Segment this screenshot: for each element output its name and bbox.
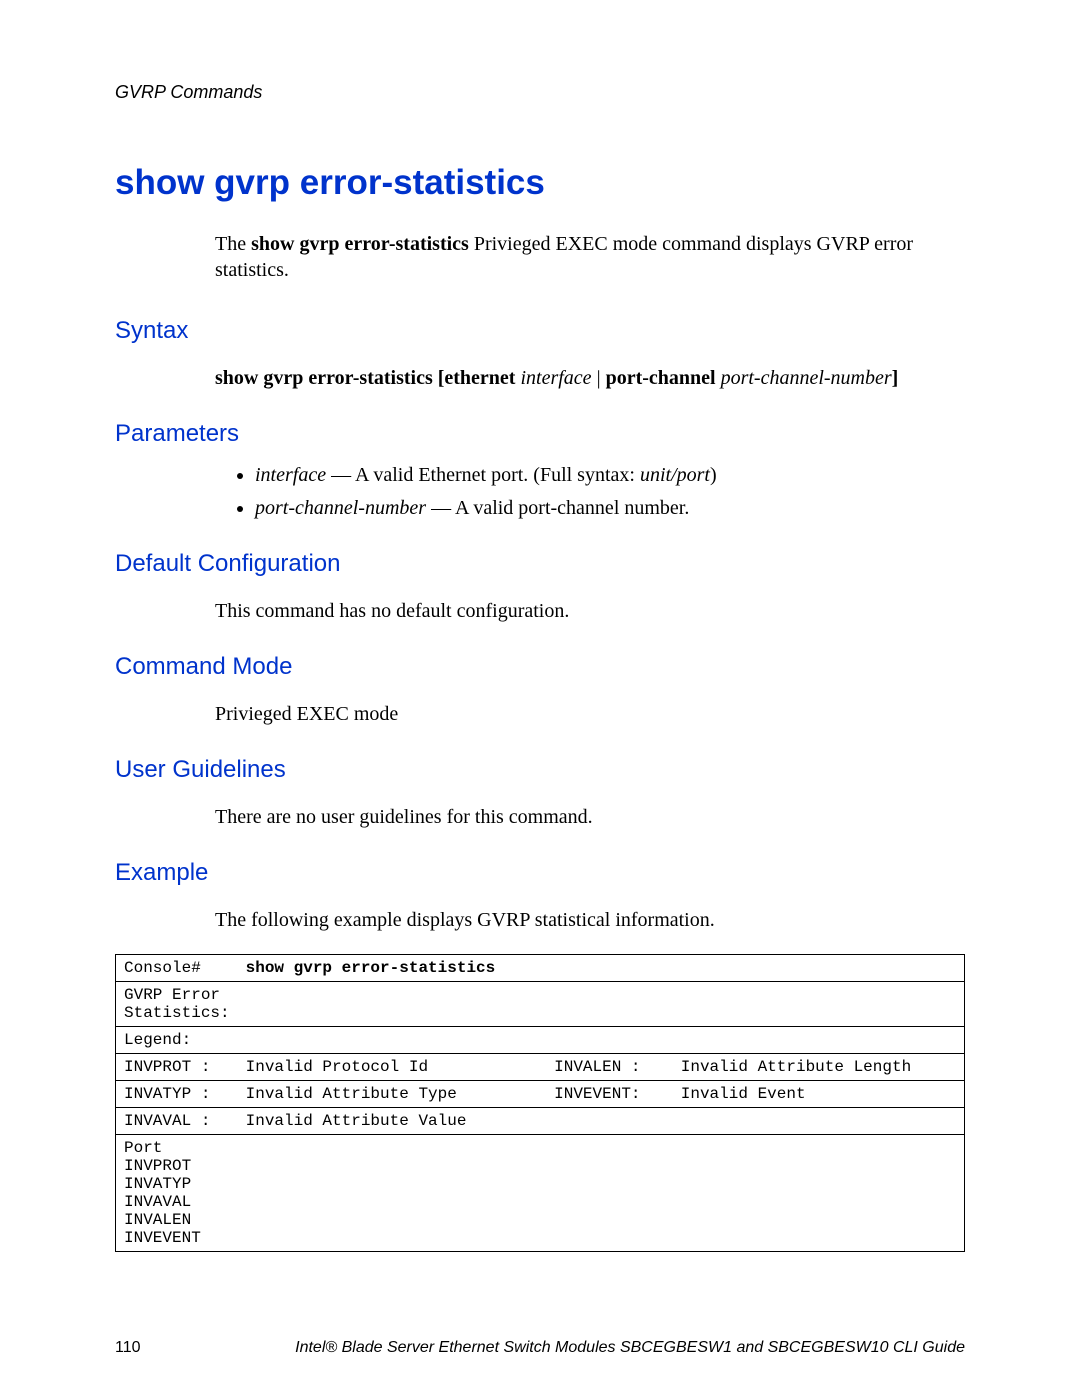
table-cell: Port INVPROT INVATYP INVAVAL INVALEN INV… xyxy=(116,1135,238,1252)
page-title: show gvrp error-statistics xyxy=(115,163,965,203)
user-guidelines-text: There are no user guidelines for this co… xyxy=(215,804,965,831)
parameters-list: interface — A valid Ethernet port. (Full… xyxy=(115,462,965,522)
list-item: interface — A valid Ethernet port. (Full… xyxy=(255,462,965,489)
table-cell xyxy=(546,1108,673,1135)
default-config-text: This command has no default configuratio… xyxy=(215,598,965,625)
table-cell xyxy=(546,1135,673,1252)
table-row: Console# show gvrp error-statistics xyxy=(116,955,965,982)
example-intro: The following example displays GVRP stat… xyxy=(215,907,965,934)
table-cell: INVEVENT: xyxy=(546,1081,673,1108)
intro-paragraph: The show gvrp error-statistics Privieged… xyxy=(215,231,965,283)
table-cell: GVRP Error Statistics: xyxy=(116,982,238,1027)
param-desc-post: ) xyxy=(710,464,717,486)
table-cell xyxy=(673,982,965,1027)
table-cell xyxy=(546,982,673,1027)
table-cell: INVATYP : xyxy=(116,1081,238,1108)
table-cell xyxy=(238,1027,547,1054)
syntax-i2: port-channel-number xyxy=(721,367,892,389)
table-cell: Console# xyxy=(116,955,238,982)
table-cell: INVPROT : xyxy=(116,1054,238,1081)
table-cell xyxy=(546,1027,673,1054)
example-output-box: Console# show gvrp error-statisticsGVRP … xyxy=(115,954,965,1252)
table-cell: Legend: xyxy=(116,1027,238,1054)
table-row: Legend: xyxy=(116,1027,965,1054)
intro-cmd: show gvrp error-statistics xyxy=(251,233,469,255)
table-cell: Invalid Event xyxy=(673,1081,965,1108)
section-user-guidelines: User Guidelines xyxy=(115,756,965,784)
section-example: Example xyxy=(115,859,965,887)
table-cell xyxy=(238,1135,547,1252)
table-cell xyxy=(673,1027,965,1054)
intro-pre: The xyxy=(215,233,251,255)
page-footer: 110 Intel® Blade Server Ethernet Switch … xyxy=(115,1339,965,1357)
table-cell: show gvrp error-statistics xyxy=(238,955,547,982)
table-row: INVATYP :Invalid Attribute TypeINVEVENT:… xyxy=(116,1081,965,1108)
table-cell: Invalid Attribute Type xyxy=(238,1081,547,1108)
param-term: interface xyxy=(255,464,326,486)
syntax-i1: interface xyxy=(520,367,591,389)
param-desc-pre: — A valid port-channel number. xyxy=(426,497,689,519)
table-row: Port INVPROT INVATYP INVAVAL INVALEN INV… xyxy=(116,1135,965,1252)
section-parameters: Parameters xyxy=(115,420,965,448)
param-desc-pre: — A valid Ethernet port. (Full syntax: xyxy=(326,464,640,486)
table-cell: Invalid Attribute Value xyxy=(238,1108,547,1135)
footer-text: Intel® Blade Server Ethernet Switch Modu… xyxy=(205,1339,965,1357)
table-cell: Invalid Attribute Length xyxy=(673,1054,965,1081)
running-head: GVRP Commands xyxy=(115,82,965,103)
syntax-p2: | xyxy=(592,367,606,389)
syntax-p3: port-channel xyxy=(606,367,721,389)
table-cell xyxy=(673,955,965,982)
syntax-p1: show gvrp error-statistics [ethernet xyxy=(215,367,520,389)
table-cell xyxy=(673,1135,965,1252)
table-row: INVPROT :Invalid Protocol IdINVALEN :Inv… xyxy=(116,1054,965,1081)
command-mode-text: Privieged EXEC mode xyxy=(215,701,965,728)
table-cell: INVALEN : xyxy=(546,1054,673,1081)
param-term: port-channel-number xyxy=(255,497,426,519)
table-row: INVAVAL :Invalid Attribute Value xyxy=(116,1108,965,1135)
syntax-line: show gvrp error-statistics [ethernet int… xyxy=(215,365,965,392)
section-command-mode: Command Mode xyxy=(115,653,965,681)
table-cell: INVAVAL : xyxy=(116,1108,238,1135)
table-row: GVRP Error Statistics: xyxy=(116,982,965,1027)
table-cell xyxy=(673,1108,965,1135)
table-cell xyxy=(238,982,547,1027)
table-cell xyxy=(546,955,673,982)
table-cell: Invalid Protocol Id xyxy=(238,1054,547,1081)
page-number: 110 xyxy=(115,1339,205,1357)
param-desc-it: unit/port xyxy=(640,464,710,486)
list-item: port-channel-number — A valid port-chann… xyxy=(255,495,965,522)
syntax-p4: ] xyxy=(892,367,899,389)
section-syntax: Syntax xyxy=(115,317,965,345)
page: GVRP Commands show gvrp error-statistics… xyxy=(0,0,1080,1397)
section-default-config: Default Configuration xyxy=(115,550,965,578)
